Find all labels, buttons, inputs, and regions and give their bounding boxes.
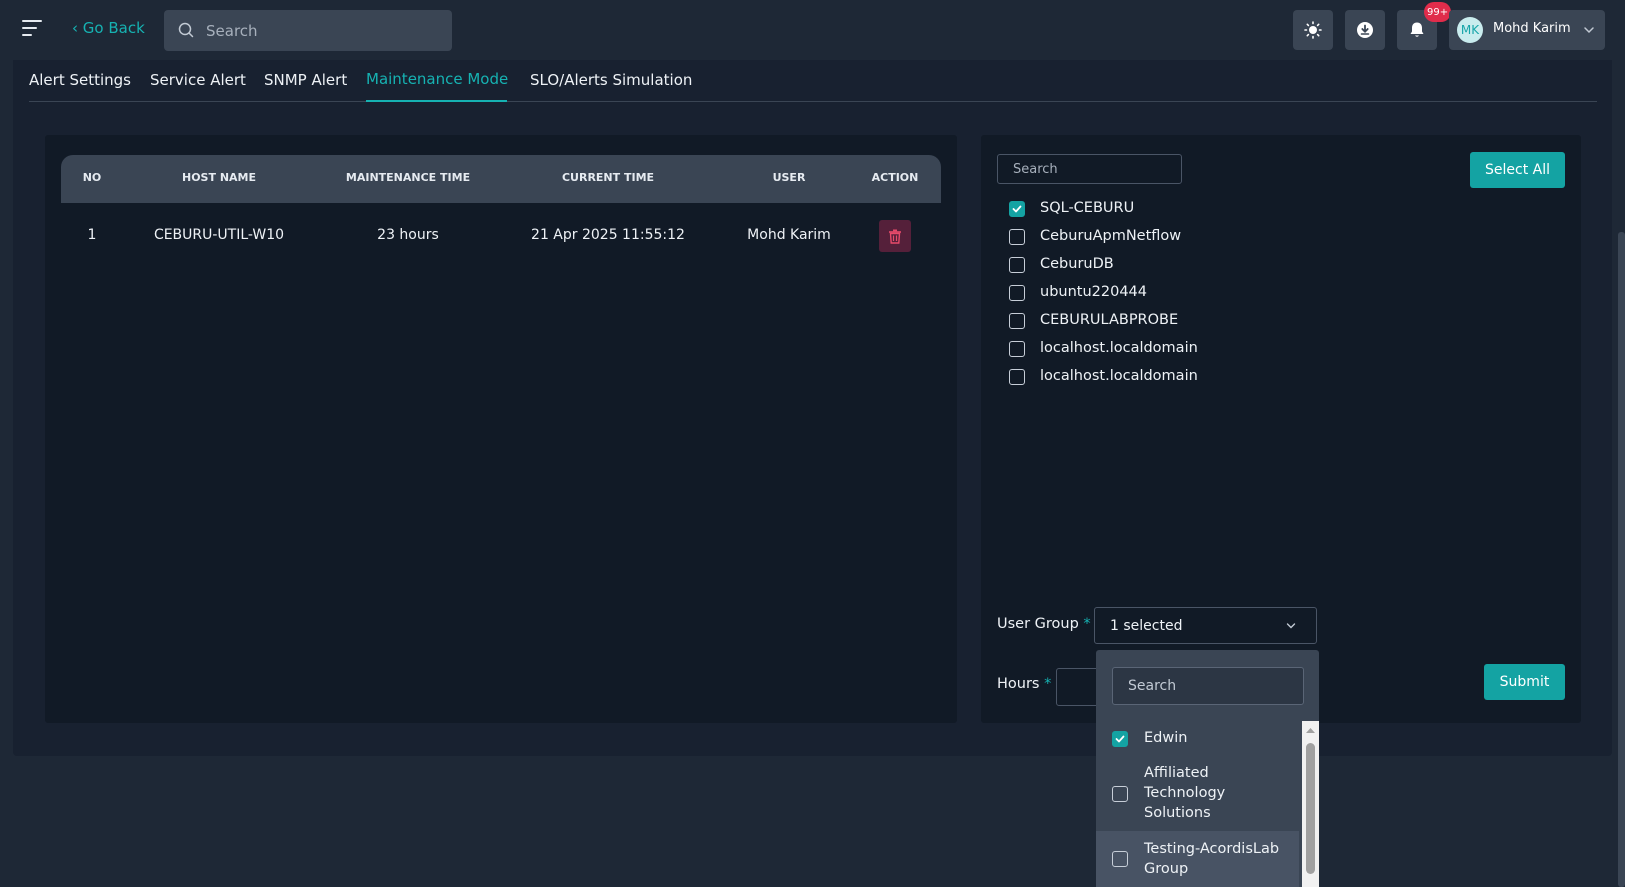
menu-icon[interactable] xyxy=(22,20,42,36)
column-header-action: ACTION xyxy=(871,171,919,184)
checkbox[interactable] xyxy=(1009,229,1025,245)
user-group-dropdown: Edwin Affiliated Technology Solutions Te… xyxy=(1096,650,1319,887)
scrollbar-thumb[interactable] xyxy=(1306,743,1315,874)
table-header: NO HOST NAME MAINTENANCE TIME CURRENT TI… xyxy=(61,155,941,203)
option-label: Affiliated Technology Solutions xyxy=(1144,765,1226,821)
bell-icon xyxy=(1410,22,1424,37)
column-header-current-time: CURRENT TIME xyxy=(561,171,655,184)
cell-maintenance-time: 23 hours xyxy=(377,227,439,243)
checkbox[interactable] xyxy=(1009,201,1025,217)
user-name: Mohd Karim xyxy=(1493,21,1571,36)
column-header-host-name: HOST NAME xyxy=(182,171,256,184)
global-search[interactable] xyxy=(164,10,452,51)
tab-maintenance-mode[interactable]: Maintenance Mode xyxy=(366,70,508,88)
checkbox[interactable] xyxy=(1009,369,1025,385)
tab-service-alert[interactable]: Service Alert xyxy=(150,71,246,89)
checkbox[interactable] xyxy=(1112,851,1128,867)
trash-icon xyxy=(889,229,901,244)
select-all-button[interactable]: Select All xyxy=(1470,152,1565,188)
host-search-input[interactable] xyxy=(998,155,1181,183)
user-group-options: Edwin Affiliated Technology Solutions Te… xyxy=(1096,721,1299,887)
download-button[interactable] xyxy=(1345,10,1385,50)
checkbox[interactable] xyxy=(1009,285,1025,301)
host-label: CeburuDB xyxy=(1040,256,1114,272)
chevron-left-icon: ‹ xyxy=(72,19,83,37)
cell-no: 1 xyxy=(87,227,97,243)
required-mark: * xyxy=(1083,616,1091,632)
hours-label: Hours * xyxy=(997,676,1052,692)
checkbox[interactable] xyxy=(1009,313,1025,329)
checkbox[interactable] xyxy=(1112,786,1128,802)
download-icon xyxy=(1357,22,1373,38)
delete-button[interactable] xyxy=(879,220,911,252)
submit-button[interactable]: Submit xyxy=(1484,664,1565,700)
dropdown-scrollbar[interactable] xyxy=(1302,721,1319,887)
host-label: localhost.localdomain xyxy=(1040,340,1198,356)
host-label: CEBURULABPROBE xyxy=(1040,312,1179,328)
host-label: localhost.localdomain xyxy=(1040,368,1198,384)
top-bar: ‹ Go Back 99+ xyxy=(0,0,1625,60)
theme-toggle-button[interactable] xyxy=(1293,10,1333,50)
tab-slo-alerts-simulation[interactable]: SLO/Alerts Simulation xyxy=(530,71,692,89)
cell-host-name: CEBURU-UTIL-W10 xyxy=(153,227,285,243)
chevron-down-icon xyxy=(1286,623,1296,629)
user-group-label: User Group * xyxy=(997,616,1091,632)
cell-current-time: 21 Apr 2025 11:55:12 xyxy=(531,227,685,243)
host-search[interactable] xyxy=(997,154,1182,184)
option-label: Testing-AcordisLab Group xyxy=(1144,841,1280,877)
check-icon xyxy=(1115,735,1125,743)
checkbox[interactable] xyxy=(1112,731,1128,747)
search-icon xyxy=(178,22,194,38)
user-group-option-edwin[interactable]: Edwin xyxy=(1096,721,1299,755)
option-label: Edwin xyxy=(1144,730,1188,746)
column-header-no: NO xyxy=(82,171,102,184)
column-header-maintenance-time: MAINTENANCE TIME xyxy=(345,171,471,184)
sun-icon xyxy=(1304,21,1322,39)
checkbox[interactable] xyxy=(1009,257,1025,273)
host-label: ubuntu220444 xyxy=(1040,284,1148,300)
user-group-option-affiliated[interactable]: Affiliated Technology Solutions xyxy=(1096,755,1299,831)
tab-divider xyxy=(29,101,1597,102)
user-group-search[interactable] xyxy=(1112,667,1304,705)
user-group-value: 1 selected xyxy=(1110,618,1183,634)
host-label: SQL-CEBURU xyxy=(1040,200,1135,216)
user-group-search-input[interactable] xyxy=(1113,668,1303,704)
avatar: MK xyxy=(1457,17,1483,43)
user-group-select[interactable]: 1 selected xyxy=(1094,607,1317,644)
cell-user: Mohd Karim xyxy=(747,227,831,243)
notification-badge: 99+ xyxy=(1424,2,1452,22)
table-row: 1 CEBURU-UTIL-W10 23 hours 21 Apr 2025 1… xyxy=(61,203,941,269)
check-icon xyxy=(1012,205,1022,213)
chevron-down-icon xyxy=(1584,27,1594,34)
column-header-user: USER xyxy=(772,171,806,184)
global-search-input[interactable] xyxy=(206,10,436,51)
tab-snmp-alert[interactable]: SNMP Alert xyxy=(264,71,347,89)
checkbox[interactable] xyxy=(1009,341,1025,357)
tab-alert-settings[interactable]: Alert Settings xyxy=(29,71,131,89)
user-menu[interactable]: MK Mohd Karim xyxy=(1449,10,1605,50)
required-mark: * xyxy=(1044,676,1052,692)
active-tab-indicator xyxy=(366,100,507,102)
user-group-option-testing-acordislab[interactable]: Testing-AcordisLab Group xyxy=(1096,831,1299,887)
page-scrollbar[interactable] xyxy=(1618,232,1625,887)
scroll-up-icon xyxy=(1306,728,1315,733)
host-label: CeburuApmNetflow xyxy=(1040,228,1182,244)
go-back-link[interactable]: ‹ Go Back xyxy=(72,19,145,37)
